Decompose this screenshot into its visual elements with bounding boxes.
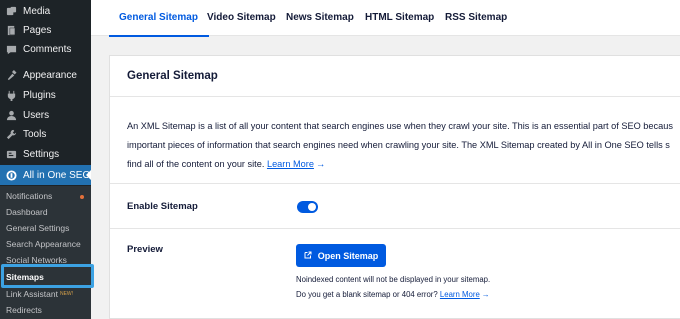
aioseo-submenu: Notifications Dashboard General Settings… (0, 186, 91, 319)
sidebar-item-label: All in One SEO (23, 169, 91, 181)
learn-more-link[interactable]: Learn More (267, 159, 314, 169)
toggle-knob (308, 203, 316, 211)
sidebar-item-label: Settings (23, 148, 60, 160)
enable-sitemap-label: Enable Sitemap (127, 201, 198, 212)
sidebar-item-label: Media (23, 5, 51, 17)
notification-dot (80, 195, 84, 199)
media-icon (5, 5, 17, 17)
divider (110, 183, 680, 184)
sidebar-item-media[interactable]: Media (0, 1, 91, 21)
arrow-right-icon: → (315, 159, 326, 169)
enable-sitemap-toggle[interactable] (297, 201, 318, 213)
divider (110, 228, 680, 229)
sidebar-item-comments[interactable]: Comments (0, 39, 91, 59)
sidebar-item-label: Plugins (23, 89, 56, 101)
sidebar-item-label: Tools (23, 128, 47, 140)
active-menu-arrow (86, 170, 91, 180)
submenu-item-redirects[interactable]: Redirects (6, 303, 42, 317)
description-line-last: find all of the content on your site. Le… (127, 159, 326, 169)
aioseo-icon (5, 169, 17, 181)
tab-video-sitemap[interactable]: Video Sitemap (207, 0, 276, 36)
active-tab-underline (109, 35, 209, 37)
sidebar-item-appearance[interactable]: Appearance (0, 65, 91, 85)
description-line: important pieces of information that sea… (127, 140, 670, 150)
submenu-item-dashboard[interactable]: Dashboard (6, 205, 48, 219)
tab-general-sitemap[interactable]: General Sitemap (109, 0, 209, 37)
sidebar-item-label: Users (23, 109, 50, 121)
blank-sitemap-note: Do you get a blank sitemap or 404 error?… (296, 290, 490, 299)
new-badge: NEW! (59, 291, 74, 297)
sitemap-tabs: General Sitemap Video Sitemap News Sitem… (91, 0, 680, 37)
users-icon (5, 109, 17, 121)
pages-icon (5, 24, 17, 36)
sidebar-item-label: Pages (23, 24, 52, 36)
sidebar-item-all-in-one-seo[interactable]: All in One SEO (0, 165, 91, 185)
description-line: An XML Sitemap is a list of all your con… (127, 121, 673, 131)
arrow-right-icon: → (481, 290, 490, 299)
sidebar-item-settings[interactable]: Settings (0, 144, 91, 164)
sidebar-item-label: Appearance (23, 69, 77, 81)
submenu-item-link-assistant[interactable]: Link Assistant NEW! (6, 287, 73, 301)
general-sitemap-card: General Sitemap An XML Sitemap is a list… (109, 55, 680, 319)
tab-rss-sitemap[interactable]: RSS Sitemap (445, 0, 507, 36)
submenu-item-search-appearance[interactable]: Search Appearance (6, 237, 81, 251)
admin-sidebar: Media Pages Comments Appearance Plugins … (0, 0, 94, 319)
comments-icon (5, 43, 17, 55)
sidebar-item-tools[interactable]: Tools (0, 124, 91, 144)
tab-html-sitemap[interactable]: HTML Sitemap (365, 0, 434, 36)
submenu-item-notifications[interactable]: Notifications (6, 189, 52, 203)
noindex-note: Noindexed content will not be displayed … (296, 275, 491, 284)
plugins-icon (5, 89, 17, 101)
open-sitemap-label: Open Sitemap (317, 250, 379, 261)
preview-label: Preview (127, 244, 163, 255)
sitemap-description: An XML Sitemap is a list of all your con… (127, 117, 680, 174)
open-sitemap-button[interactable]: Open Sitemap (296, 244, 386, 267)
tools-icon (5, 128, 17, 140)
sidebar-item-users[interactable]: Users (0, 105, 91, 125)
sidebar-item-pages[interactable]: Pages (0, 20, 91, 40)
settings-icon (5, 148, 17, 160)
appearance-icon (5, 69, 17, 81)
card-header: General Sitemap (110, 56, 680, 97)
sidebar-item-plugins[interactable]: Plugins (0, 85, 91, 105)
external-link-icon (304, 251, 313, 260)
sitemaps-highlight-box (1, 264, 94, 288)
tab-news-sitemap[interactable]: News Sitemap (286, 0, 354, 36)
learn-more-link-2[interactable]: Learn More (440, 290, 480, 299)
card-title: General Sitemap (127, 70, 218, 82)
sidebar-item-label: Comments (23, 43, 72, 55)
submenu-item-general-settings[interactable]: General Settings (6, 221, 69, 235)
